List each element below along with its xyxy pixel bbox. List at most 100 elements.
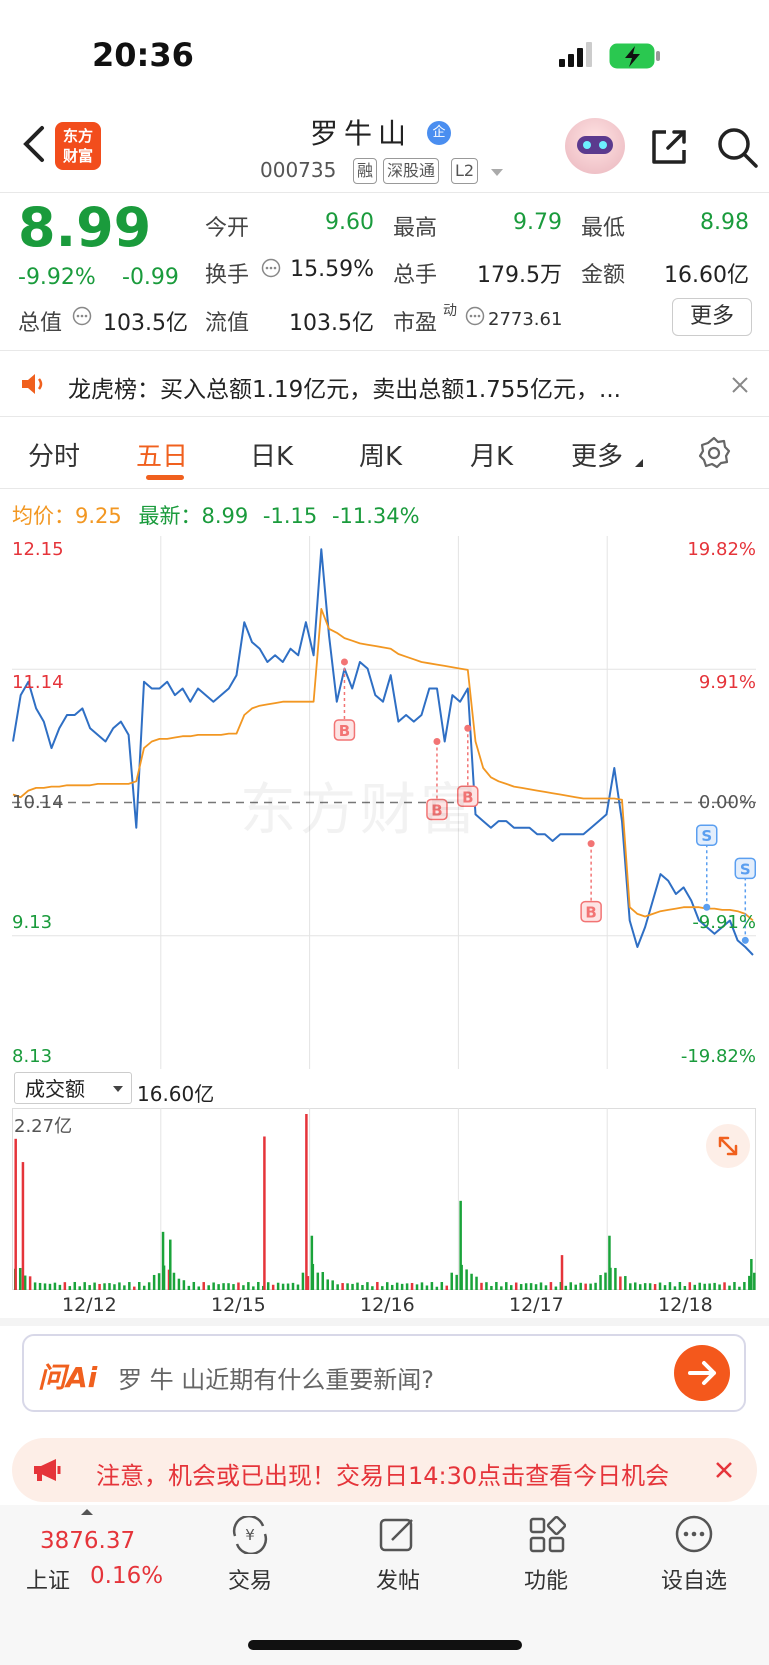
volume-bar [237,1282,240,1290]
y-tick-left: 10.14 [12,792,64,813]
expand-button[interactable] [706,1124,750,1168]
index-value[interactable]: 3876.37 [40,1528,135,1554]
volume-bar [172,1272,176,1290]
price-series-line [12,548,754,956]
volume-bar [133,1286,136,1290]
volume-bar [138,1282,141,1290]
chevron-down-icon[interactable] [490,168,504,178]
ai-send-button[interactable] [674,1345,730,1401]
volume-bar [589,1283,592,1290]
volume-bar [410,1282,414,1290]
tab-post[interactable]: 发帖 [338,1563,458,1595]
trade-marker-dot [703,903,711,911]
tab-monthly-k[interactable]: 月K [470,436,513,473]
volume-bar [539,1282,543,1290]
volume-bar [197,1286,201,1290]
more-quote-button[interactable]: 更多 [672,298,752,336]
y-tick-right: 19.82% [687,539,756,560]
tab-trade[interactable]: 交易 [190,1563,310,1595]
volume-bar [217,1284,220,1290]
volume-max-label: 2.27亿 [14,1116,73,1137]
volume-bar [500,1286,503,1290]
more-dots-icon[interactable] [674,1514,714,1554]
volume-bar [68,1286,72,1290]
ai-question-input[interactable]: 罗 牛 山近期有什么重要新闻? [118,1360,434,1395]
functions-grid-icon[interactable] [528,1516,566,1554]
volume-bar [395,1282,399,1290]
volume-bar [321,1272,325,1290]
open-value: 9.60 [325,210,374,235]
index-pct[interactable]: 0.16% [90,1563,163,1589]
battery-icon [609,43,660,69]
volume-chart[interactable] [12,1108,756,1290]
volume-bar [753,1272,756,1290]
post-icon[interactable] [378,1516,418,1554]
volume-bar [524,1283,528,1290]
current-price: 8.99 [18,196,152,259]
share-icon[interactable] [648,126,690,168]
tag-level2: L2 [451,158,479,184]
volume-bar [440,1282,444,1290]
close-icon[interactable] [714,1460,734,1480]
volume-bar [683,1286,687,1290]
volume-bar [430,1282,434,1290]
volume-bar [668,1282,672,1290]
back-icon[interactable] [20,124,50,164]
tab-more[interactable]: 更多 [571,436,623,473]
volume-bar [222,1283,225,1290]
trade-icon[interactable]: ¥ [229,1516,271,1554]
tab-functions[interactable]: 功能 [486,1563,606,1595]
volume-bar [658,1282,662,1290]
volume-bar [123,1285,126,1290]
search-icon[interactable] [714,124,760,170]
index-name[interactable]: 上证 [26,1563,70,1595]
volume-bar [361,1285,364,1290]
volume-bar [638,1284,642,1290]
tab-add-watchlist[interactable]: 设自选 [634,1563,754,1595]
info-dots-icon[interactable] [465,306,485,326]
buy-marker-label: B [339,722,350,740]
volume-bar [653,1284,657,1290]
volume-bar [336,1284,339,1290]
settings-gear-icon[interactable] [697,436,731,470]
volume-bar [366,1282,369,1290]
tab-weekly-k[interactable]: 周K [359,436,402,473]
volume-bar [192,1281,196,1290]
arrow-right-icon [688,1361,716,1385]
sell-marker-label: S [740,860,751,878]
close-icon[interactable] [730,375,750,395]
market-cap-value: 103.5亿 [103,311,188,336]
tab-intraday[interactable]: 分时 [28,436,80,473]
ai-logo: 问Ai [38,1361,98,1394]
volume-bar [718,1284,721,1290]
volume-bar [281,1283,285,1290]
volume-bar [341,1283,344,1290]
tab-daily-k[interactable]: 日K [250,436,293,473]
x-date-label: 12/18 [658,1294,713,1316]
svg-text:¥: ¥ [245,1526,255,1544]
app-logo[interactable]: 东方 财富 [55,122,101,170]
robot-avatar[interactable] [565,118,625,174]
y-tick-right: 9.91% [698,672,756,693]
volume-bar [678,1281,682,1290]
info-dots-icon[interactable] [261,258,281,278]
divider [0,192,769,193]
volume-bar [733,1282,736,1290]
trade-marker-dot [464,724,472,732]
volume-bar [728,1285,731,1290]
volume-bar [88,1285,91,1290]
volume-bar [78,1286,81,1290]
volume-bar [485,1282,488,1290]
notice-text[interactable]: 注意，机会或已出现！交易日14:30点击查看今日机会 [96,1456,669,1491]
tab-five-day[interactable]: 五日 [136,436,188,473]
volume-bar [271,1284,275,1290]
volume-bar [455,1274,458,1290]
volume-bar [152,1274,156,1290]
volume-bar [232,1284,235,1290]
info-dots-icon[interactable] [72,306,92,326]
news-text[interactable]: 龙虎榜：买入总额1.19亿元，卖出总额1.755亿元，... [68,370,621,404]
volume-bar [624,1276,627,1290]
volume-bar [648,1283,652,1290]
collapse-up-icon[interactable] [80,1508,94,1516]
trade-marker-dot [741,936,749,944]
